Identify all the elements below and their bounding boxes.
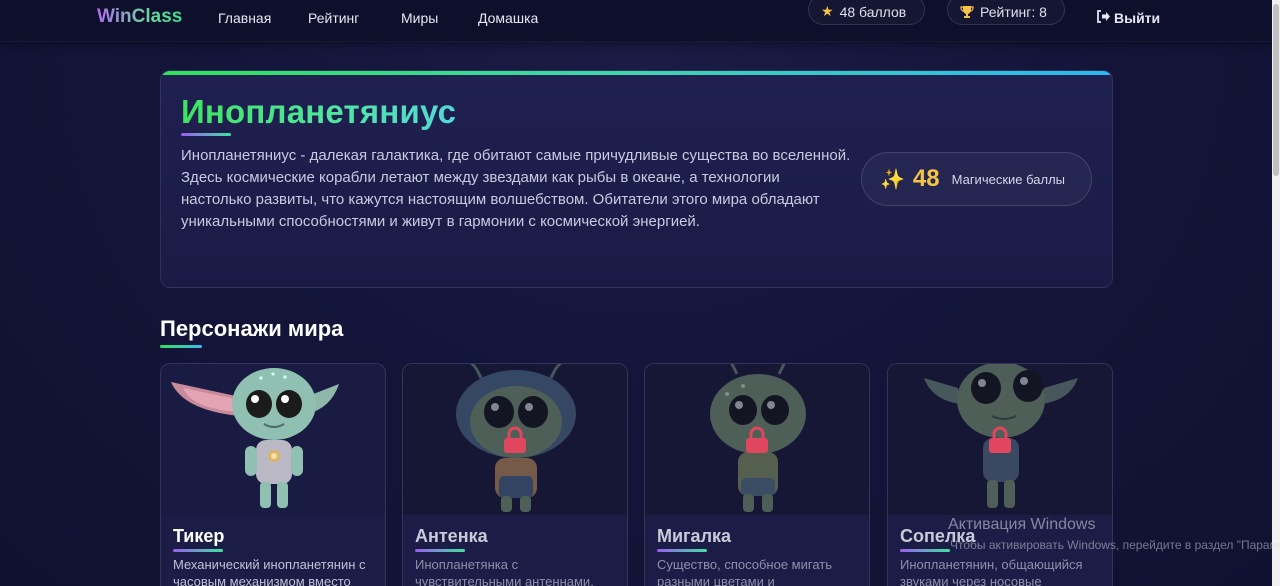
lock-icon <box>504 426 526 453</box>
lock-icon <box>989 426 1011 453</box>
brand-logo[interactable]: WinClass <box>97 6 182 28</box>
character-name-underline <box>173 549 223 552</box>
logout-button[interactable]: Выйти <box>1096 10 1160 26</box>
world-description: Инопланетяниус - далекая галактика, где … <box>181 147 851 230</box>
windows-activation-title: Активация Windows <box>948 516 1096 533</box>
character-name: Антенка <box>415 526 488 546</box>
hero-accent-bar <box>161 71 1112 75</box>
nav-link-rating[interactable]: Рейтинг <box>308 10 359 26</box>
magic-points-value: 48 <box>912 165 940 192</box>
title-underline <box>181 133 231 136</box>
characters-section-title: Персонажи мира <box>160 316 344 341</box>
star-icon: ★ <box>821 3 834 19</box>
nav-link-home[interactable]: Главная <box>218 10 271 26</box>
character-description: Инопланетянка с чувствительными антеннам… <box>415 557 594 586</box>
top-navbar: WinClass Главная Рейтинг Миры Домашка ★ … <box>0 0 1272 42</box>
nav-link-worlds[interactable]: Миры <box>401 10 438 26</box>
character-image <box>403 364 627 515</box>
character-image <box>161 364 385 515</box>
character-description: Механический инопланетянин с часовым мех… <box>173 557 366 586</box>
trophy-icon <box>960 5 974 19</box>
nav-link-homework[interactable]: Домашка <box>478 10 538 26</box>
character-card-migalka[interactable]: Мигалка Существо, способное мигать разны… <box>644 363 870 586</box>
magic-points-badge: ✨ 48 Магические баллы <box>861 152 1092 206</box>
lock-icon <box>746 426 768 453</box>
points-badge-label: 48 баллов <box>839 3 907 20</box>
magic-points-label: Магические баллы <box>951 171 1066 187</box>
world-title: Инопланетяниус <box>181 93 457 130</box>
logout-label: Выйти <box>1114 10 1161 26</box>
character-image <box>888 364 1112 515</box>
character-card-sopelka[interactable]: Сопелка Инопланетянин, общающийся звукам… <box>887 363 1113 586</box>
section-underline <box>160 345 202 348</box>
character-name: Тикер <box>173 526 225 546</box>
character-description: Инопланетянин, общающийся звуками через … <box>900 557 1083 586</box>
sparkles-icon: ✨ <box>880 168 905 191</box>
world-hero-card: Инопланетяниус Инопланетяниус - далекая … <box>160 70 1113 288</box>
page-scrollbar[interactable] <box>1272 0 1280 586</box>
character-card-ticker[interactable]: Тикер Механический инопланетянин с часов… <box>160 363 386 586</box>
character-description: Существо, способное мигать разными цвета… <box>657 557 833 586</box>
character-name-underline <box>657 549 707 552</box>
character-name: Мигалка <box>657 526 732 546</box>
rating-badge-label: Рейтинг: 8 <box>980 3 1047 20</box>
windows-activation-subtitle: Чтобы активировать Windows, перейдите в … <box>950 538 1280 552</box>
points-badge: ★ 48 баллов <box>808 0 925 25</box>
scrollbar-thumb[interactable] <box>1273 4 1279 176</box>
character-name-underline <box>415 549 465 552</box>
logout-icon <box>1096 10 1110 26</box>
character-card-antenka[interactable]: Антенка Инопланетянка с чувствительными … <box>402 363 628 586</box>
character-image <box>645 364 869 515</box>
rating-badge: Рейтинг: 8 <box>947 0 1065 25</box>
character-name-underline <box>900 549 950 552</box>
